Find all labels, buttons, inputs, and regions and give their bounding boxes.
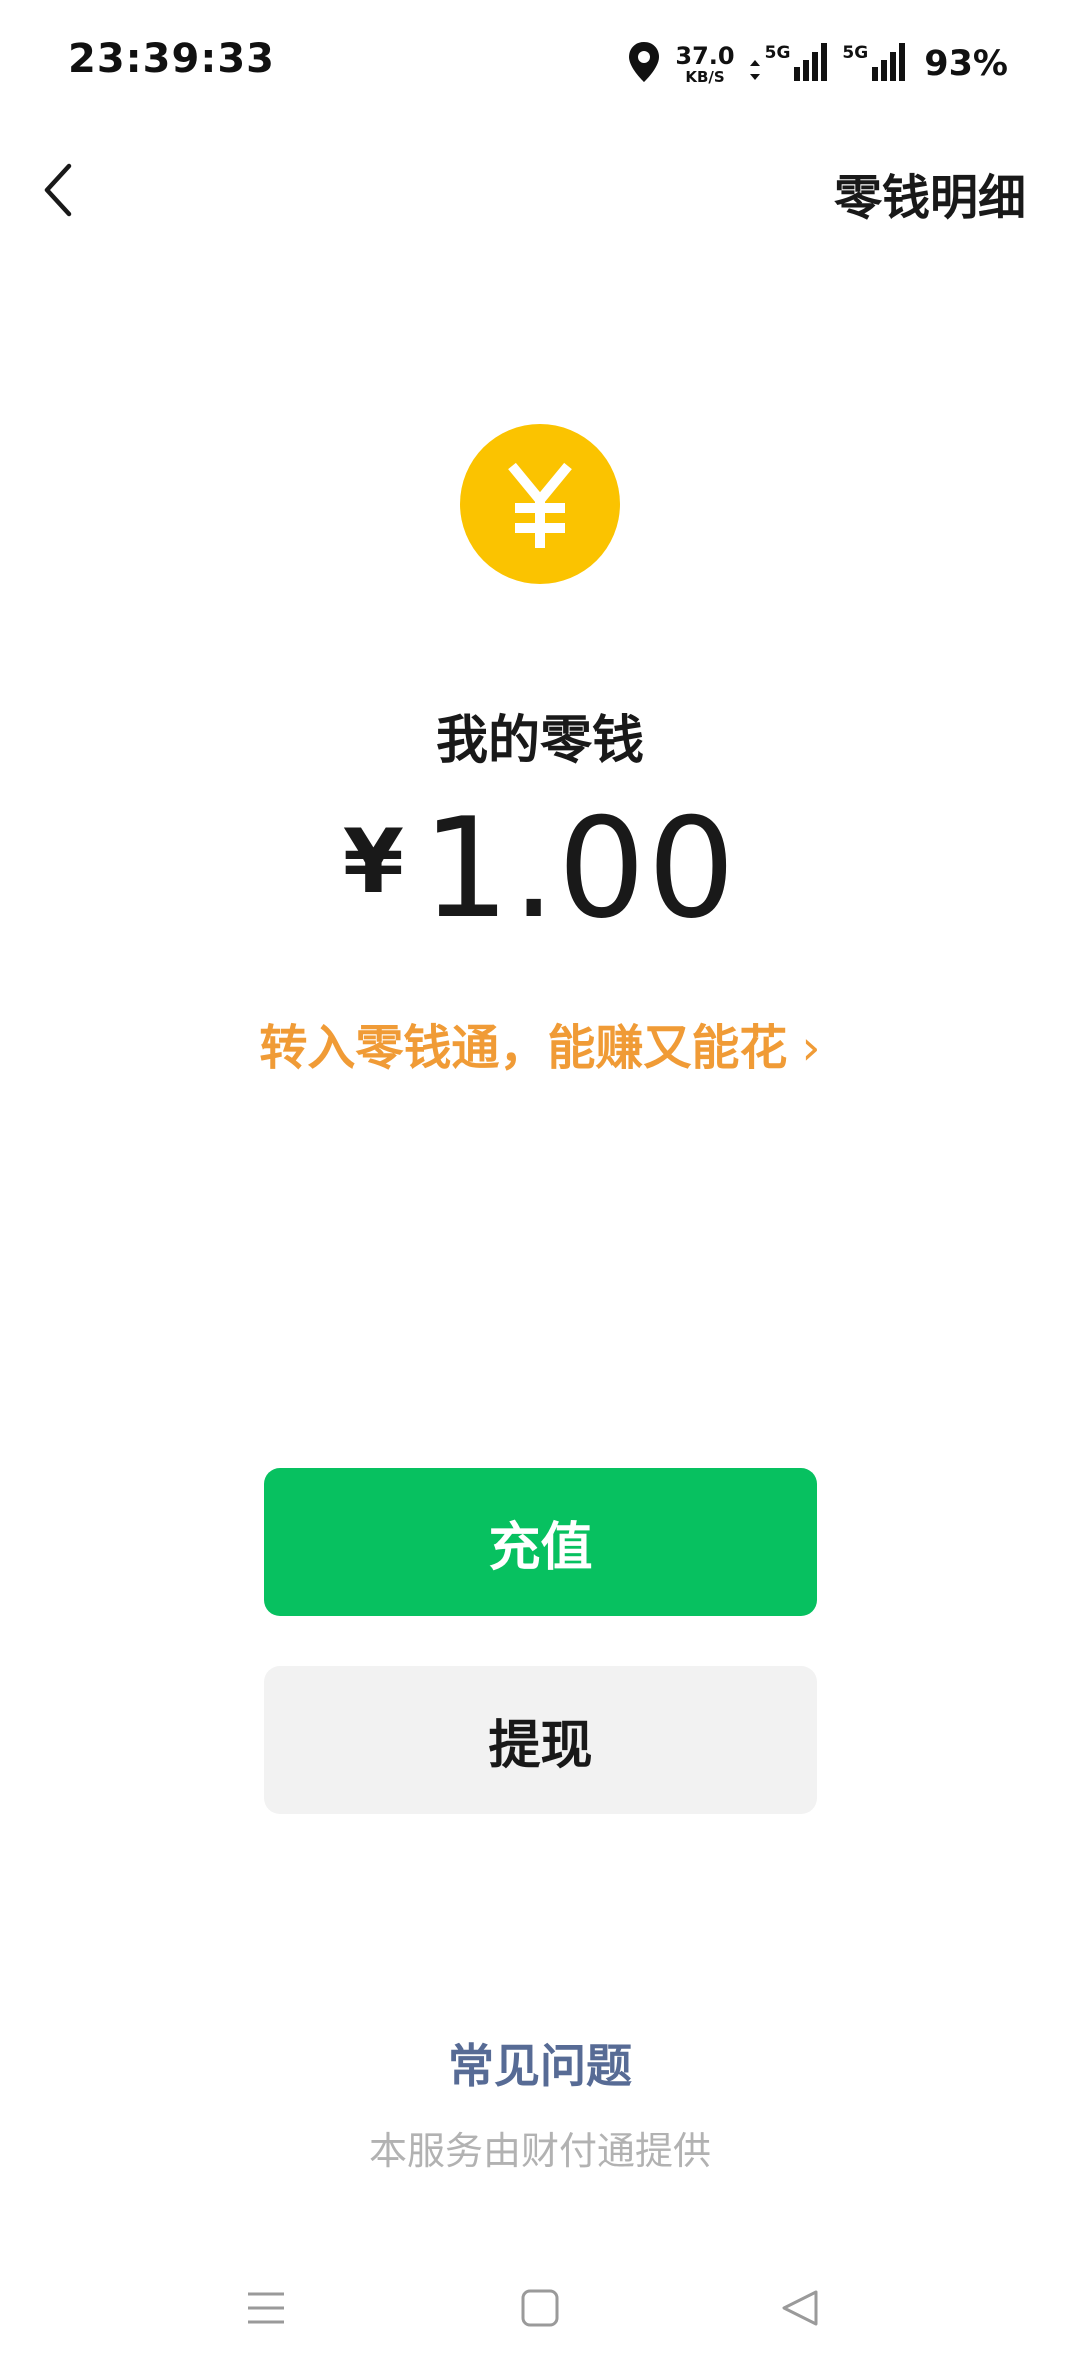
network-speed-unit: KB/S xyxy=(685,67,725,86)
sim2-signal: 5G xyxy=(842,43,906,85)
balance-details-link[interactable]: 零钱明细 xyxy=(834,158,1026,228)
signal-icon xyxy=(872,43,906,85)
faq-link[interactable]: 常见问题 xyxy=(0,2030,1080,2096)
recent-apps-button[interactable] xyxy=(236,2280,296,2340)
system-navigation-bar xyxy=(0,2260,1080,2360)
status-icons: 37.0 KB/S 5G 5G 93% xyxy=(627,40,1008,88)
system-back-button[interactable] xyxy=(770,2280,830,2340)
battery-level: 93% xyxy=(924,44,1008,84)
service-provider-note: 本服务由财付通提供 xyxy=(368,2129,711,2173)
balance-amount: ¥ 1.00 xyxy=(0,800,1080,940)
network-speed-value: 37.0 xyxy=(675,41,735,70)
status-bar: 23:39:33 37.0 KB/S 5G 5G 93% xyxy=(0,0,1080,130)
balance-title: 我的零钱 xyxy=(435,711,644,771)
signal-icon xyxy=(794,43,828,85)
wallet-coin-icon xyxy=(460,424,620,584)
sim1-network-label: 5G xyxy=(764,43,791,63)
status-time: 23:39:33 xyxy=(68,36,275,82)
home-icon xyxy=(521,2289,559,2331)
network-speed: 37.0 KB/S xyxy=(675,44,734,85)
data-arrows-icon xyxy=(749,59,761,85)
chevron-left-icon xyxy=(43,163,73,221)
home-button[interactable] xyxy=(510,2280,570,2340)
withdraw-button[interactable]: 提现 xyxy=(264,1666,817,1814)
balance-value: 1.00 xyxy=(421,788,738,949)
sim2-network-label: 5G xyxy=(842,43,869,63)
chevron-right-icon: › xyxy=(801,1020,821,1076)
promo-text: 转入零钱通，能赚又能花 xyxy=(259,1020,788,1076)
back-triangle-icon xyxy=(780,2288,820,2332)
sim1-signal: 5G xyxy=(749,43,829,85)
currency-symbol: ¥ xyxy=(342,810,404,913)
back-button[interactable] xyxy=(30,152,86,232)
recharge-button[interactable]: 充值 xyxy=(264,1468,817,1616)
location-icon xyxy=(627,41,661,87)
menu-icon xyxy=(246,2290,286,2330)
lingqiantong-promo-link[interactable]: 转入零钱通，能赚又能花 › xyxy=(0,1008,1080,1078)
